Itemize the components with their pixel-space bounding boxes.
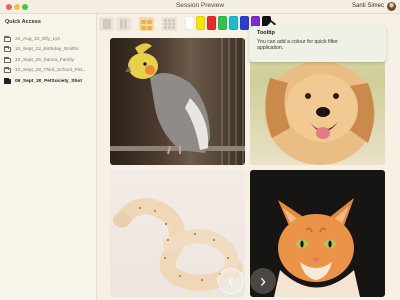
sidebar-item[interactable]: 22_Aug_22_Elly_Lyn (4, 34, 96, 45)
arrow-right-icon: › (260, 271, 266, 291)
color-swatch-white[interactable] (185, 16, 194, 30)
sidebar-item-label: 22_Aug_22_Elly_Lyn (15, 36, 61, 42)
title-bar: Session Preview Santi Simec (0, 0, 400, 14)
color-swatch-green[interactable] (218, 16, 227, 30)
previous-arrow-button[interactable]: ‹ (218, 268, 244, 294)
color-swatch-blue[interactable] (240, 16, 249, 30)
sidebar-item-label: 10_Sept_25_Samia_Family (15, 57, 74, 63)
tooltip-body: You can add a colour for quick filter ap… (257, 38, 338, 52)
arrow-left-icon: ‹ (228, 271, 234, 291)
folder-icon (4, 77, 11, 84)
folder-icon (4, 67, 11, 74)
sidebar-item[interactable]: 10_Sept_22_Birthday_Smiths (4, 45, 96, 56)
tooltip: Tooltip You can add a colour for quick f… (249, 22, 386, 62)
sidebar-item-active[interactable]: 09_Sept_30_PetSociety_Shot (4, 76, 96, 87)
avatar[interactable] (387, 2, 396, 11)
window-title: Session Preview (175, 2, 225, 9)
grid-3x3-layout-icon[interactable] (162, 17, 177, 31)
cockatiel-photo[interactable] (110, 38, 245, 165)
sidebar-heading: Quick Access (5, 19, 41, 25)
folder-icon (4, 56, 11, 63)
color-swatch-red[interactable] (207, 16, 216, 30)
single-layout-icon[interactable] (99, 17, 114, 31)
user-name: Santi Simec (351, 2, 384, 9)
double-layout-icon[interactable] (116, 17, 131, 31)
tooltip-title: Tooltip (257, 30, 275, 36)
sidebar-list: 22_Aug_22_Elly_Lyn 10_Sept_22_Birthday_S… (4, 34, 96, 87)
color-swatch-cyan[interactable] (229, 16, 238, 30)
sidebar-item[interactable]: 10_Sept_25_Samia_Family (4, 55, 96, 66)
sidebar-item[interactable]: 10_Sept_28_Third_School_Pict... (4, 66, 96, 77)
folder-icon (4, 35, 11, 42)
folder-icon (4, 46, 11, 53)
next-arrow-button[interactable]: › (250, 268, 276, 294)
sidebar: Quick Access 22_Aug_22_Elly_Lyn 10_Sept_… (0, 14, 97, 300)
sidebar-item-label: 10_Sept_22_Birthday_Smiths (15, 47, 79, 53)
grid-2x2-layout-icon[interactable] (139, 17, 154, 31)
cockatiel-image (110, 38, 245, 165)
sidebar-item-label: 09_Sept_30_PetSociety_Shot (15, 78, 82, 84)
sidebar-item-label: 10_Sept_28_Third_School_Pict... (15, 68, 87, 74)
color-swatch-yellow[interactable] (196, 16, 205, 30)
